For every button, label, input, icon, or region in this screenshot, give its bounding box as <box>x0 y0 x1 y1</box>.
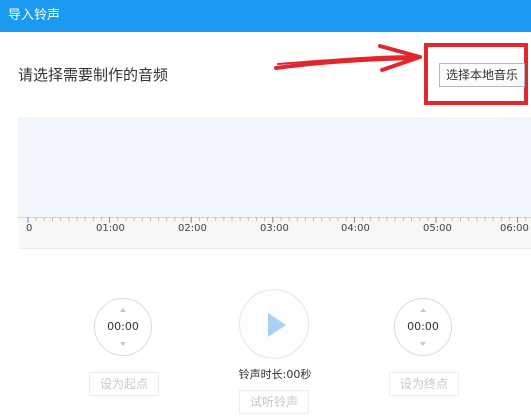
end-time-dial[interactable]: 00:00 <box>394 298 452 356</box>
tick-label: 03:00 <box>260 223 289 234</box>
set-end-button[interactable]: 设为终点 <box>389 372 459 396</box>
start-time-dial[interactable]: 00:00 <box>94 298 152 356</box>
annotation-arrow-icon <box>274 44 422 72</box>
decrement-start-icon[interactable] <box>120 342 126 346</box>
tick-label: 06:00 <box>500 223 529 234</box>
select-audio-prompt: 请选择需要制作的音频 <box>18 66 169 84</box>
start-time-value: 00:00 <box>107 320 139 333</box>
ringtone-duration: 铃声时长:00秒 <box>238 368 312 381</box>
timeline-ruler[interactable]: 0 01:00 02:00 03:00 04:00 05:00 06:00 <box>18 217 531 249</box>
waveform-area[interactable] <box>18 117 531 217</box>
play-icon <box>268 313 286 337</box>
tick-label: 01:00 <box>96 223 125 234</box>
tick-label: 0 <box>26 223 33 234</box>
tick-label: 04:00 <box>341 223 370 234</box>
decrement-end-icon[interactable] <box>420 342 426 346</box>
tick-label: 02:00 <box>178 223 207 234</box>
end-time-value: 00:00 <box>407 320 439 333</box>
play-button[interactable] <box>239 289 309 359</box>
select-local-music-button[interactable]: 选择本地音乐 <box>439 63 525 87</box>
increment-start-icon[interactable] <box>120 308 126 312</box>
set-start-button[interactable]: 设为起点 <box>89 372 159 396</box>
preview-ringtone-button[interactable]: 试听铃声 <box>239 390 309 414</box>
window-title: 导入铃声 <box>8 8 61 23</box>
title-bar: 导入铃声 <box>0 0 531 32</box>
tick-label: 05:00 <box>423 223 452 234</box>
increment-end-icon[interactable] <box>420 308 426 312</box>
